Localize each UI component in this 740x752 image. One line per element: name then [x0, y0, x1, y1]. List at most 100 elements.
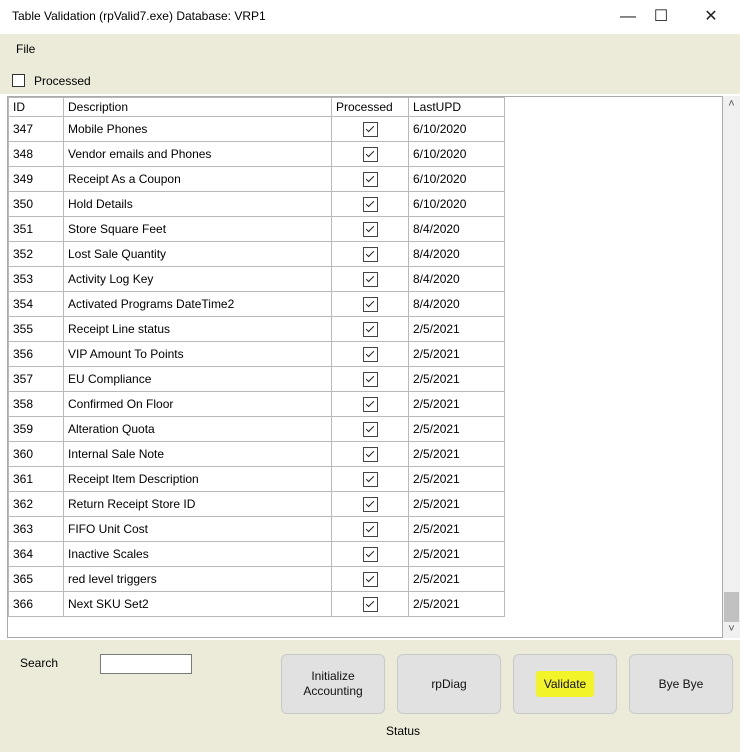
cell-lastupd[interactable]: 8/4/2020 [408, 241, 505, 267]
processed-checkbox[interactable] [362, 171, 378, 187]
scroll-down-icon[interactable]: ˅ [723, 621, 740, 638]
cell-id[interactable]: 359 [8, 416, 64, 442]
scroll-up-icon[interactable]: ˄ [723, 96, 740, 113]
cell-processed[interactable] [331, 591, 409, 617]
cell-id[interactable]: 347 [8, 116, 64, 142]
cell-processed[interactable] [331, 166, 409, 192]
table-row[interactable]: 349 Receipt As a Coupon 6/10/2020 [8, 166, 505, 192]
data-grid[interactable]: ID Description Processed LastUPD 347 Mobi… [7, 96, 723, 638]
cell-lastupd[interactable]: 6/10/2020 [408, 141, 505, 167]
cell-processed[interactable] [331, 116, 409, 142]
cell-description[interactable]: Receipt Item Description [63, 466, 332, 492]
table-row[interactable]: 356 VIP Amount To Points 2/5/2021 [8, 341, 505, 367]
processed-checkbox[interactable] [362, 346, 378, 362]
cell-processed[interactable] [331, 491, 409, 517]
cell-description[interactable]: Internal Sale Note [63, 441, 332, 467]
processed-checkbox[interactable] [362, 371, 378, 387]
scrollbar-thumb[interactable] [724, 592, 739, 622]
processed-checkbox[interactable] [362, 571, 378, 587]
table-row[interactable]: 348 Vendor emails and Phones 6/10/2020 [8, 141, 505, 167]
cell-description[interactable]: Activated Programs DateTime2 [63, 291, 332, 317]
cell-id[interactable]: 350 [8, 191, 64, 217]
cell-lastupd[interactable]: 2/5/2021 [408, 491, 505, 517]
cell-lastupd[interactable]: 2/5/2021 [408, 516, 505, 542]
processed-checkbox[interactable] [362, 146, 378, 162]
cell-description[interactable]: Receipt As a Coupon [63, 166, 332, 192]
processed-checkbox[interactable] [362, 596, 378, 612]
cell-processed[interactable] [331, 566, 409, 592]
cell-processed[interactable] [331, 516, 409, 542]
cell-id[interactable]: 356 [8, 341, 64, 367]
cell-lastupd[interactable]: 6/10/2020 [408, 191, 505, 217]
cell-processed[interactable] [331, 191, 409, 217]
processed-checkbox[interactable] [362, 246, 378, 262]
column-header-processed[interactable]: Processed [331, 97, 409, 117]
cell-lastupd[interactable]: 2/5/2021 [408, 341, 505, 367]
cell-description[interactable]: Inactive Scales [63, 541, 332, 567]
search-input[interactable] [100, 654, 192, 674]
table-row[interactable]: 360 Internal Sale Note 2/5/2021 [8, 441, 505, 467]
cell-lastupd[interactable]: 2/5/2021 [408, 416, 505, 442]
cell-description[interactable]: Confirmed On Floor [63, 391, 332, 417]
cell-description[interactable]: Activity Log Key [63, 266, 332, 292]
cell-description[interactable]: Mobile Phones [63, 116, 332, 142]
table-row[interactable]: 364 Inactive Scales 2/5/2021 [8, 541, 505, 567]
cell-id[interactable]: 361 [8, 466, 64, 492]
validate-button[interactable]: Validate [513, 654, 617, 714]
cell-id[interactable]: 358 [8, 391, 64, 417]
cell-processed[interactable] [331, 416, 409, 442]
cell-id[interactable]: 360 [8, 441, 64, 467]
processed-checkbox[interactable] [362, 321, 378, 337]
processed-filter-checkbox[interactable] [12, 74, 25, 87]
cell-lastupd[interactable]: 2/5/2021 [408, 441, 505, 467]
cell-id[interactable]: 354 [8, 291, 64, 317]
table-row[interactable]: 351 Store Square Feet 8/4/2020 [8, 216, 505, 242]
cell-description[interactable]: Store Square Feet [63, 216, 332, 242]
processed-checkbox[interactable] [362, 446, 378, 462]
cell-id[interactable]: 362 [8, 491, 64, 517]
table-row[interactable]: 361 Receipt Item Description 2/5/2021 [8, 466, 505, 492]
cell-id[interactable]: 351 [8, 216, 64, 242]
cell-id[interactable]: 352 [8, 241, 64, 267]
cell-processed[interactable] [331, 291, 409, 317]
cell-description[interactable]: Return Receipt Store ID [63, 491, 332, 517]
cell-lastupd[interactable]: 8/4/2020 [408, 266, 505, 292]
cell-processed[interactable] [331, 391, 409, 417]
cell-description[interactable]: Vendor emails and Phones [63, 141, 332, 167]
cell-id[interactable]: 357 [8, 366, 64, 392]
close-button[interactable]: ✕ [696, 5, 726, 29]
column-header-description[interactable]: Description [63, 97, 332, 117]
cell-lastupd[interactable]: 2/5/2021 [408, 466, 505, 492]
maximize-button[interactable]: ☐ [646, 5, 676, 29]
cell-description[interactable]: Receipt Line status [63, 316, 332, 342]
cell-lastupd[interactable]: 2/5/2021 [408, 316, 505, 342]
table-row[interactable]: 353 Activity Log Key 8/4/2020 [8, 266, 505, 292]
cell-lastupd[interactable]: 2/5/2021 [408, 366, 505, 392]
processed-checkbox[interactable] [362, 421, 378, 437]
menu-file[interactable]: File [16, 42, 35, 56]
cell-id[interactable]: 366 [8, 591, 64, 617]
cell-description[interactable]: Lost Sale Quantity [63, 241, 332, 267]
cell-lastupd[interactable]: 8/4/2020 [408, 216, 505, 242]
cell-description[interactable]: Next SKU Set2 [63, 591, 332, 617]
cell-description[interactable]: VIP Amount To Points [63, 341, 332, 367]
processed-checkbox[interactable] [362, 271, 378, 287]
cell-processed[interactable] [331, 216, 409, 242]
table-row[interactable]: 365 red level triggers 2/5/2021 [8, 566, 505, 592]
processed-checkbox[interactable] [362, 521, 378, 537]
processed-checkbox[interactable] [362, 196, 378, 212]
cell-id[interactable]: 364 [8, 541, 64, 567]
cell-description[interactable]: Hold Details [63, 191, 332, 217]
table-row[interactable]: 357 EU Compliance 2/5/2021 [8, 366, 505, 392]
table-row[interactable]: 350 Hold Details 6/10/2020 [8, 191, 505, 217]
cell-processed[interactable] [331, 366, 409, 392]
cell-lastupd[interactable]: 6/10/2020 [408, 116, 505, 142]
cell-id[interactable]: 348 [8, 141, 64, 167]
table-row[interactable]: 355 Receipt Line status 2/5/2021 [8, 316, 505, 342]
cell-processed[interactable] [331, 541, 409, 567]
cell-processed[interactable] [331, 316, 409, 342]
table-row[interactable]: 352 Lost Sale Quantity 8/4/2020 [8, 241, 505, 267]
cell-id[interactable]: 365 [8, 566, 64, 592]
table-row[interactable]: 358 Confirmed On Floor 2/5/2021 [8, 391, 505, 417]
cell-lastupd[interactable]: 2/5/2021 [408, 391, 505, 417]
